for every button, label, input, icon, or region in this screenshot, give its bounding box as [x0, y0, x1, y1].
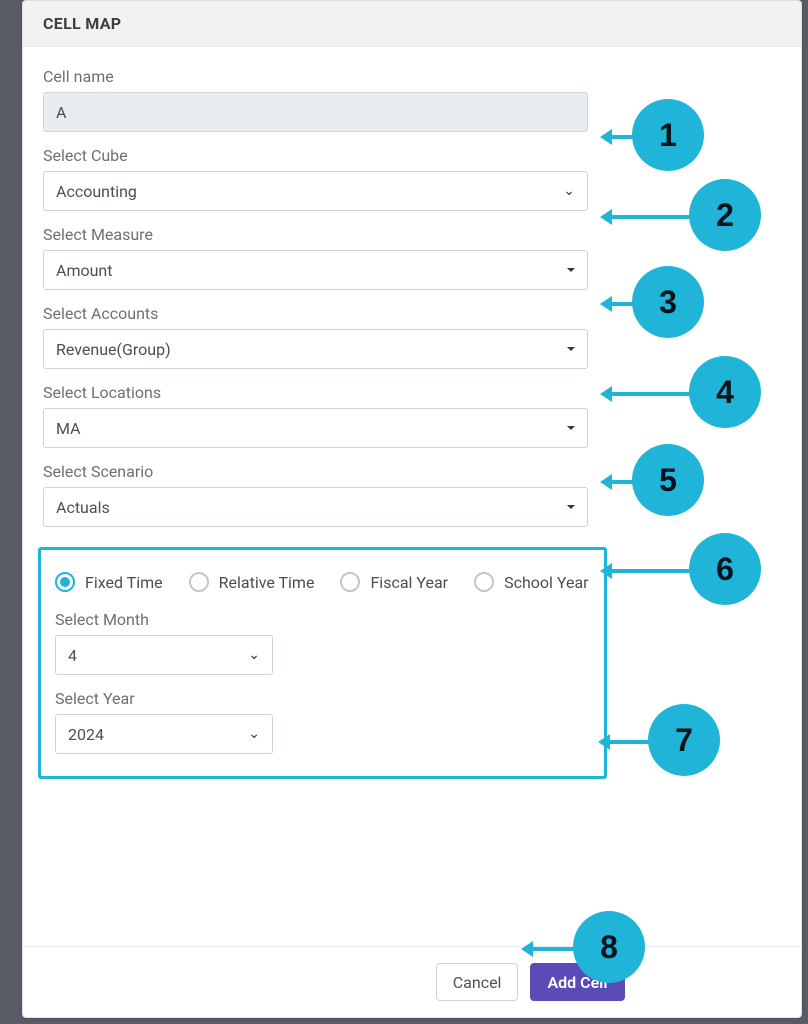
locations-select[interactable]: MA: [43, 408, 588, 448]
radio-school-year[interactable]: School Year: [474, 572, 589, 592]
year-group: Select Year 2024 ⌄: [55, 689, 590, 754]
accounts-value: Revenue(Group): [56, 340, 171, 359]
radio-icon: [340, 572, 360, 592]
radio-icon: [55, 572, 75, 592]
annotation-marker-3: 3: [632, 266, 704, 338]
measure-select[interactable]: Amount: [43, 250, 588, 290]
caret-down-icon: [567, 347, 575, 351]
annotation-marker-7: 7: [648, 704, 720, 776]
time-mode-radio-group: Fixed Time Relative Time Fiscal Year Sch…: [55, 572, 590, 592]
annotation-marker-8: 8: [573, 911, 645, 983]
radio-icon: [474, 572, 494, 592]
chevron-down-icon: ⌄: [563, 183, 575, 199]
year-value: 2024: [68, 725, 104, 744]
scenario-select[interactable]: Actuals: [43, 487, 588, 527]
modal-footer: Cancel Add Cell: [23, 946, 801, 1017]
cell-name-value: A: [56, 103, 66, 122]
radio-label: Fixed Time: [85, 573, 163, 592]
radio-fixed-time[interactable]: Fixed Time: [55, 572, 163, 592]
cell-name-input[interactable]: A: [43, 92, 588, 132]
chevron-down-icon: ⌄: [248, 726, 260, 742]
radio-icon: [189, 572, 209, 592]
measure-label: Select Measure: [43, 225, 781, 244]
month-group: Select Month 4 ⌄: [55, 610, 590, 675]
cancel-button[interactable]: Cancel: [436, 963, 519, 1001]
cube-select[interactable]: Accounting ⌄: [43, 171, 588, 211]
cube-value: Accounting: [56, 182, 137, 201]
year-select[interactable]: 2024 ⌄: [55, 714, 273, 754]
cell-name-label: Cell name: [43, 67, 781, 86]
caret-down-icon: [567, 426, 575, 430]
annotation-marker-6: 6: [689, 533, 761, 605]
modal-title: CELL MAP: [43, 14, 781, 33]
modal-header: CELL MAP: [23, 1, 801, 47]
annotation-marker-4: 4: [689, 356, 761, 428]
radio-relative-time[interactable]: Relative Time: [189, 572, 315, 592]
annotation-marker-2: 2: [689, 179, 761, 251]
radio-label: School Year: [504, 573, 589, 592]
year-label: Select Year: [55, 689, 590, 708]
annotation-marker-5: 5: [632, 444, 704, 516]
month-value: 4: [68, 646, 77, 665]
chevron-down-icon: ⌄: [248, 647, 260, 663]
measure-value: Amount: [56, 261, 112, 280]
locations-value: MA: [56, 419, 81, 438]
radio-label: Relative Time: [219, 573, 315, 592]
radio-label: Fiscal Year: [370, 573, 448, 592]
time-section: Fixed Time Relative Time Fiscal Year Sch…: [38, 547, 607, 779]
caret-down-icon: [567, 268, 575, 272]
radio-fiscal-year[interactable]: Fiscal Year: [340, 572, 448, 592]
accounts-select[interactable]: Revenue(Group): [43, 329, 588, 369]
month-label: Select Month: [55, 610, 590, 629]
annotation-marker-1: 1: [632, 99, 704, 171]
caret-down-icon: [567, 505, 575, 509]
month-select[interactable]: 4 ⌄: [55, 635, 273, 675]
scenario-value: Actuals: [56, 498, 110, 517]
